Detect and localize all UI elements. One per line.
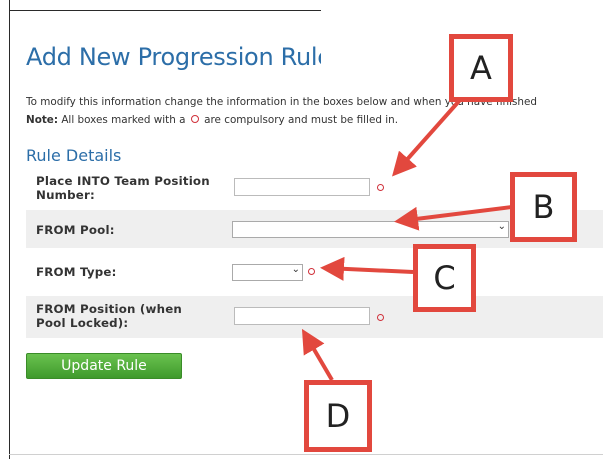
arrow-d — [301, 328, 334, 382]
callout-a: A — [449, 34, 513, 102]
arrow-a — [392, 98, 462, 177]
callout-b: B — [510, 172, 577, 242]
arrow-c — [320, 256, 414, 281]
callout-c: C — [413, 244, 476, 312]
arrow-b — [394, 205, 513, 231]
callout-d: D — [304, 380, 372, 452]
